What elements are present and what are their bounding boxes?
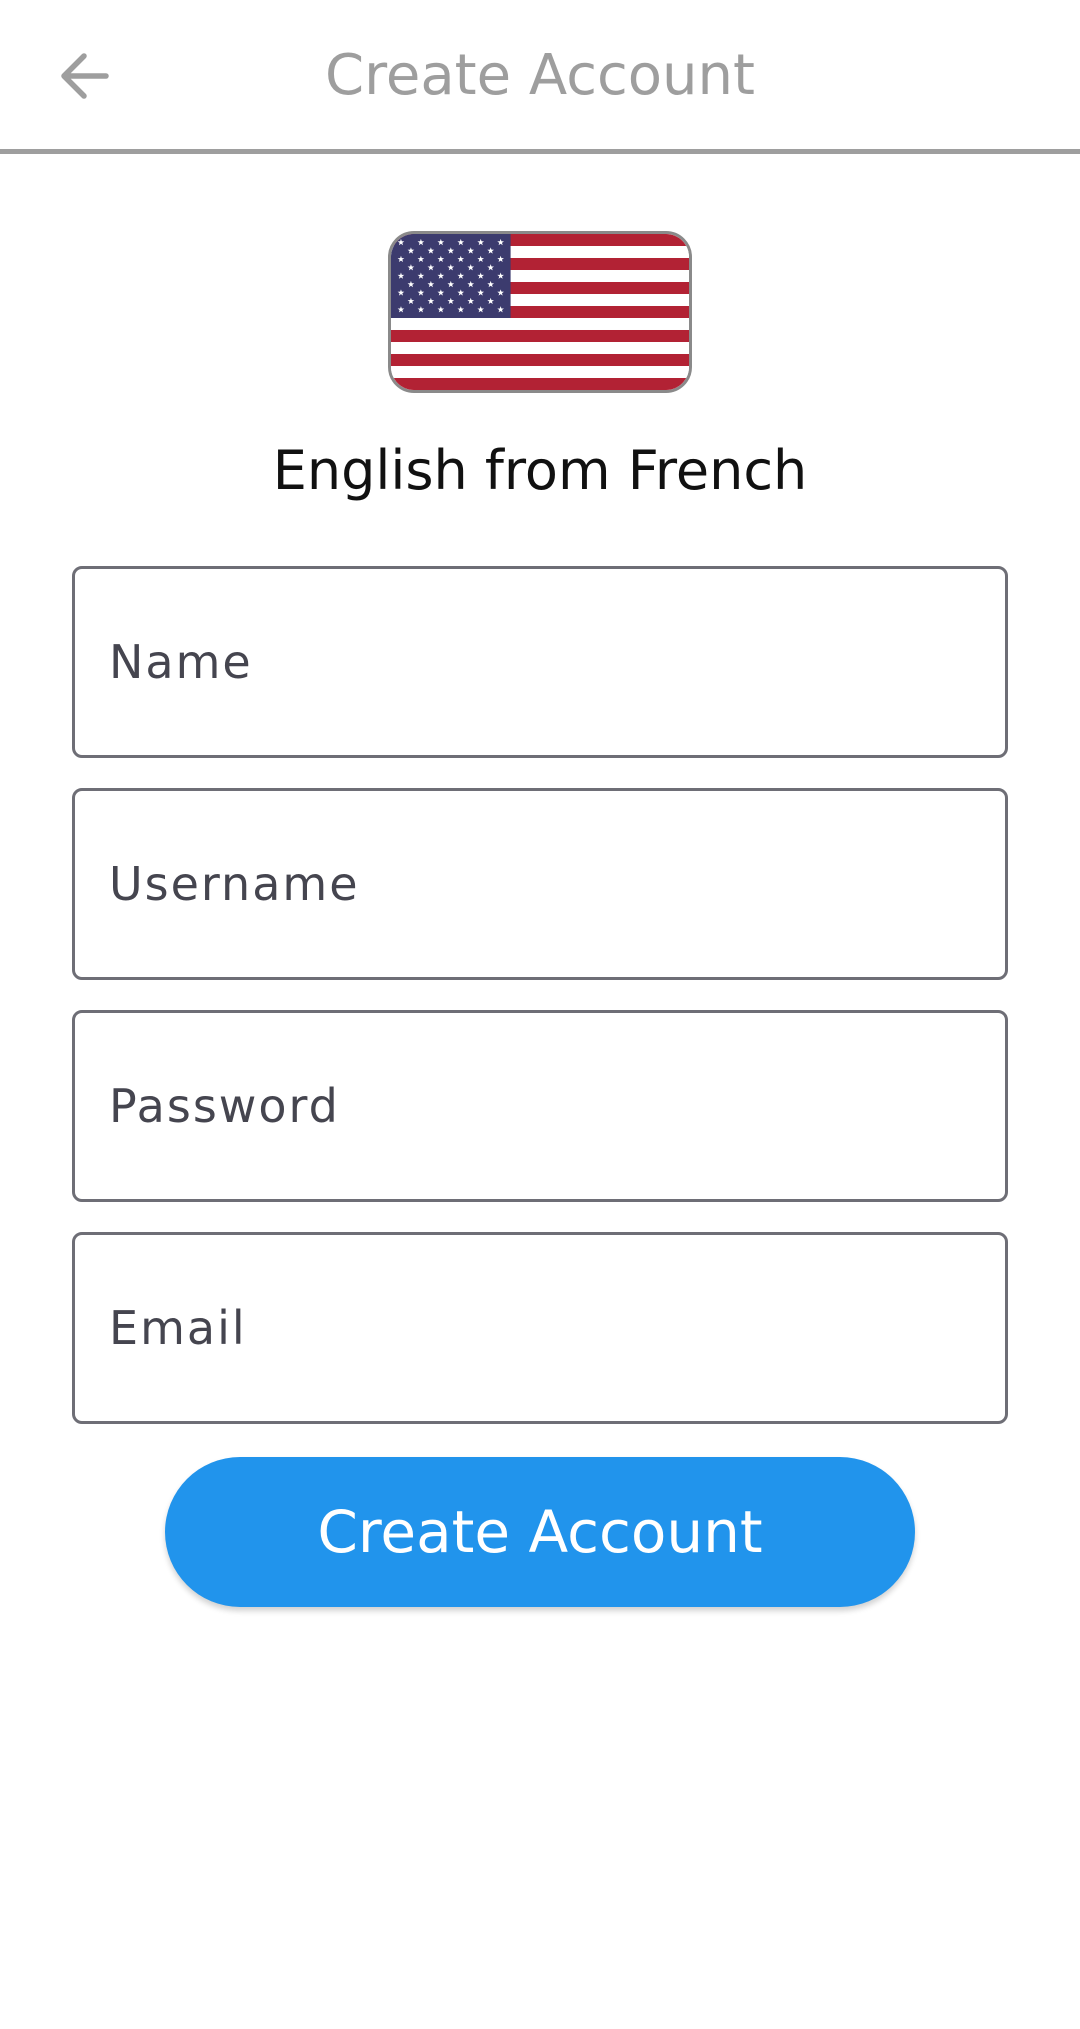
name-field[interactable] [72,566,1008,758]
page-title: Create Account [325,43,755,108]
name-input[interactable] [75,569,1005,755]
password-input[interactable] [75,1013,1005,1199]
us-flag-icon [388,231,692,393]
email-input[interactable] [75,1235,1005,1421]
username-input[interactable] [75,791,1005,977]
password-field[interactable] [72,1010,1008,1202]
app-header: Create Account [0,0,1080,154]
create-account-button[interactable]: Create Account [165,1457,915,1607]
course-label: English from French [272,439,808,502]
email-field[interactable] [72,1232,1008,1424]
username-field[interactable] [72,788,1008,980]
